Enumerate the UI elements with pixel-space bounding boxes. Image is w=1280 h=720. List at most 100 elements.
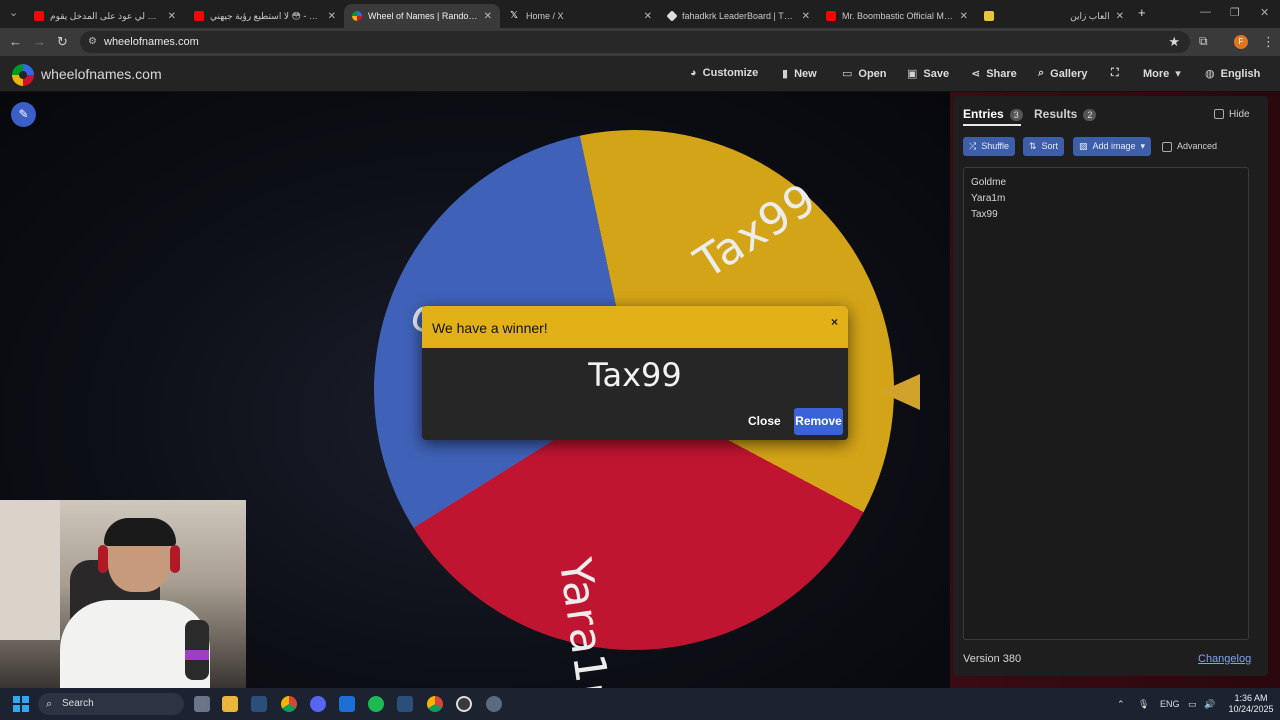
profile-avatar[interactable]: F bbox=[1234, 35, 1248, 49]
site-name[interactable]: wheelofnames.com bbox=[41, 66, 162, 82]
restore-icon[interactable]: ❐ bbox=[1230, 6, 1240, 19]
new-button[interactable]: ▮ New bbox=[782, 67, 817, 81]
game-icon bbox=[984, 11, 994, 21]
volume-icon[interactable]: 🔊 bbox=[1204, 699, 1215, 710]
winner-dialog: We have a winner! × Tax99 Close Remove bbox=[422, 306, 848, 440]
tray-overflow-icon[interactable]: ⌃ bbox=[1117, 699, 1125, 710]
browser-menu-icon[interactable]: ⋮ bbox=[1262, 34, 1275, 50]
shuffle-button[interactable]: ⤮ Shuffle bbox=[963, 137, 1016, 156]
extensions-icon[interactable]: ⧉ bbox=[1199, 34, 1208, 49]
tab-leaderboard[interactable]: fahadkrk LeaderBoard | The best ✕ bbox=[660, 4, 818, 28]
steam-icon[interactable] bbox=[251, 696, 267, 712]
webcam-headset bbox=[104, 518, 176, 546]
browser-tab-strip: ⌄ حطيت لي عوذ على المدخل يقوم... ✕ لا اس… bbox=[0, 0, 1280, 28]
tab-youtube-1[interactable]: حطيت لي عوذ على المدخل يقوم... ✕ bbox=[26, 4, 184, 28]
spotify-icon[interactable] bbox=[368, 696, 384, 712]
taskbar-clock[interactable]: 1:36 AM 10/24/2025 bbox=[1224, 693, 1278, 715]
fullscreen-button[interactable]: ⛶ bbox=[1111, 67, 1119, 80]
steam-icon-2[interactable] bbox=[397, 696, 413, 712]
chrome-icon-2[interactable] bbox=[427, 696, 443, 712]
close-icon[interactable]: × bbox=[831, 315, 838, 329]
wheel-pointer-icon bbox=[880, 374, 920, 410]
more-button[interactable]: More ▾ bbox=[1143, 67, 1181, 81]
hide-label: Hide bbox=[1229, 109, 1250, 120]
edit-pencil-icon[interactable]: ✎ bbox=[11, 102, 36, 127]
input-language[interactable]: ENG bbox=[1160, 699, 1180, 709]
forward-icon[interactable]: → bbox=[33, 34, 46, 49]
tab-entries[interactable]: Entries 3 bbox=[963, 107, 1023, 121]
tab-youtube-3[interactable]: Mr. Boombastic Official Music Video ✕ bbox=[818, 4, 976, 28]
add-image-button[interactable]: ▨ Add image ▾ bbox=[1073, 137, 1152, 156]
more-label: More bbox=[1143, 67, 1170, 80]
save-button[interactable]: ▣ Save bbox=[907, 67, 950, 81]
language-button[interactable]: ◍ English bbox=[1205, 67, 1260, 81]
changelog-link[interactable]: Changelog bbox=[1198, 653, 1251, 665]
tab-entries-label: Entries bbox=[963, 107, 1004, 121]
webcam-wall bbox=[0, 500, 60, 640]
close-icon[interactable]: ✕ bbox=[328, 11, 336, 22]
close-icon[interactable]: ✕ bbox=[484, 11, 492, 22]
share-icon: ⋖ bbox=[971, 68, 981, 80]
tab-x-home[interactable]: 𝕏 Home / X ✕ bbox=[502, 4, 660, 28]
tab-youtube-2[interactable]: لا استطيع رؤية جيهني 😳 - YouTube ✕ bbox=[186, 4, 344, 28]
hide-checkbox[interactable]: Hide bbox=[1214, 109, 1250, 120]
save-label: Save bbox=[923, 67, 950, 80]
task-view-icon[interactable] bbox=[194, 696, 210, 712]
discord-icon[interactable] bbox=[310, 696, 326, 712]
tab-results-label: Results bbox=[1034, 107, 1078, 121]
file-icon: ▮ bbox=[782, 68, 789, 80]
network-icon[interactable]: ▭ bbox=[1188, 699, 1197, 710]
entries-count-badge: 3 bbox=[1009, 109, 1023, 121]
palette-icon: ◕ bbox=[690, 67, 697, 79]
close-icon[interactable]: ✕ bbox=[802, 11, 810, 22]
tab-results[interactable]: Results 2 bbox=[1034, 107, 1097, 121]
back-icon[interactable]: ← bbox=[9, 34, 22, 49]
obs-icon[interactable] bbox=[456, 696, 472, 712]
close-window-icon[interactable]: ✕ bbox=[1260, 6, 1269, 19]
taskbar-search[interactable]: ⌕ Search bbox=[38, 693, 184, 715]
microphone-icon[interactable]: 🎙 bbox=[1138, 699, 1149, 710]
close-button[interactable]: Close bbox=[748, 414, 781, 428]
tab-wheel-of-names[interactable]: Wheel of Names | Random name picker ✕ bbox=[344, 4, 500, 28]
entries-textarea[interactable]: Goldme Yara1m Tax99 bbox=[963, 167, 1249, 640]
file-explorer-icon[interactable] bbox=[222, 696, 238, 712]
close-icon[interactable]: ✕ bbox=[168, 11, 176, 22]
clock-time: 1:36 AM bbox=[1234, 693, 1268, 703]
dialog-title: We have a winner! bbox=[422, 306, 848, 348]
new-label: New bbox=[794, 67, 817, 80]
browser-toolbar: ← → ↻ ⚙ wheelofnames.com ★ ⧉ F ⋮ bbox=[0, 28, 1280, 56]
webcam-overlay bbox=[0, 500, 246, 688]
share-button[interactable]: ⋖ Share bbox=[971, 67, 1017, 81]
minimize-icon[interactable]: — bbox=[1200, 6, 1211, 18]
reload-icon[interactable]: ↻ bbox=[57, 34, 68, 50]
mail-icon[interactable] bbox=[339, 696, 355, 712]
chrome-icon[interactable] bbox=[281, 696, 297, 712]
tab-games[interactable]: العاب زاين ✕ bbox=[976, 4, 1132, 28]
youtube-icon bbox=[826, 11, 836, 21]
close-icon[interactable]: ✕ bbox=[644, 11, 652, 22]
wheel-logo-icon[interactable] bbox=[12, 64, 34, 86]
save-icon: ▣ bbox=[907, 68, 918, 80]
gallery-button[interactable]: ⌕ Gallery bbox=[1038, 67, 1087, 80]
settings-gear-icon[interactable] bbox=[486, 696, 502, 712]
sort-button[interactable]: ⇅ Sort bbox=[1023, 137, 1065, 156]
search-icon: ⌕ bbox=[46, 698, 53, 710]
webcam-mic-light bbox=[185, 650, 209, 660]
customize-button[interactable]: ◕ Customize bbox=[690, 67, 758, 79]
folder-icon: ▭ bbox=[842, 68, 853, 80]
advanced-checkbox[interactable]: Advanced bbox=[1162, 141, 1217, 152]
close-icon[interactable]: ✕ bbox=[1116, 11, 1124, 22]
windows-start-icon[interactable] bbox=[13, 696, 29, 712]
bookmark-star-icon[interactable]: ★ bbox=[1168, 31, 1180, 53]
webcam-headset-ear bbox=[98, 545, 108, 573]
tab-search-chevron-icon[interactable]: ⌄ bbox=[9, 6, 18, 19]
open-button[interactable]: ▭ Open bbox=[842, 67, 887, 81]
close-icon[interactable]: ✕ bbox=[960, 11, 968, 22]
checkbox-icon bbox=[1162, 141, 1172, 152]
tab-title: حطيت لي عوذ على المدخل يقوم... bbox=[50, 10, 162, 21]
address-bar[interactable]: ⚙ wheelofnames.com ★ bbox=[80, 31, 1190, 53]
remove-button[interactable]: Remove bbox=[794, 408, 843, 435]
new-tab-button[interactable]: + bbox=[1138, 5, 1146, 20]
site-info-icon[interactable]: ⚙ bbox=[88, 31, 97, 53]
youtube-icon bbox=[194, 11, 204, 21]
